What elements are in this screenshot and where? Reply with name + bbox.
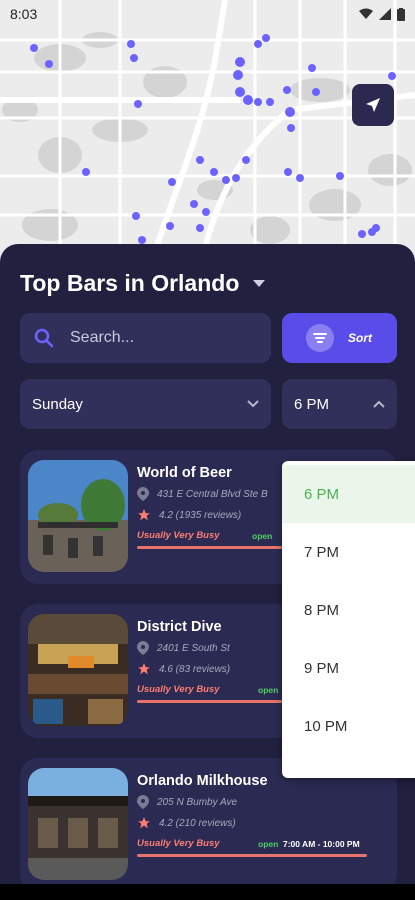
bar-name: Orlando Milkhouse xyxy=(137,773,268,789)
my-location-button[interactable] xyxy=(352,84,394,126)
battery-icon xyxy=(397,7,405,21)
bar-photo xyxy=(28,768,128,880)
bar-card[interactable]: Orlando Milkhouse 205 N Bumby Ave 4.2 (2… xyxy=(20,758,397,892)
time-select-value: 6 PM xyxy=(294,395,330,413)
busyness-label: Usually Very Busy xyxy=(137,530,220,541)
bar-name: District Dive xyxy=(137,619,222,635)
star-icon xyxy=(138,509,150,521)
busyness-bar xyxy=(137,546,282,549)
busyness-bar xyxy=(137,854,367,857)
title-row[interactable]: Top Bars in Orlando xyxy=(20,270,266,297)
day-select[interactable]: Sunday xyxy=(20,379,271,429)
bar-rating: 4.2 (210 reviews) xyxy=(159,817,236,829)
map-view[interactable] xyxy=(0,0,415,268)
time-select[interactable]: 6 PM xyxy=(282,379,397,429)
time-option-8pm[interactable]: 8 PM xyxy=(282,581,415,639)
status-time: 8:03 xyxy=(10,6,38,22)
rating-row: 4.2 (210 reviews) xyxy=(137,816,236,830)
day-select-value: Sunday xyxy=(32,395,83,413)
time-option-7pm[interactable]: 7 PM xyxy=(282,523,415,581)
page-title: Top Bars in Orlando xyxy=(20,270,240,296)
bar-address: 431 E Central Blvd Ste B xyxy=(157,488,268,500)
search-field[interactable]: Search... xyxy=(20,313,271,363)
map-pin-icon xyxy=(137,795,149,809)
search-icon xyxy=(34,328,54,348)
open-status: open xyxy=(258,839,279,849)
bar-address: 2401 E South St xyxy=(157,642,230,654)
map-pin-icon xyxy=(137,641,149,655)
sort-button-label: Sort xyxy=(348,331,372,345)
rating-row: 4.2 (1935 reviews) xyxy=(137,508,241,522)
map-canvas xyxy=(0,0,415,268)
opening-hours: 7:00 AM - 10:00 PM xyxy=(283,839,360,849)
busyness-label: Usually Very Busy xyxy=(137,838,220,849)
star-icon xyxy=(138,817,150,829)
filter-icon xyxy=(306,324,334,352)
search-input[interactable]: Search... xyxy=(70,329,134,347)
address-row: 431 E Central Blvd Ste B xyxy=(137,487,268,501)
wifi-icon xyxy=(359,8,373,19)
open-status: open xyxy=(258,685,279,695)
bar-photo xyxy=(28,614,128,726)
signal-icon xyxy=(379,8,391,20)
bar-photo xyxy=(28,460,128,572)
open-status: open xyxy=(252,531,273,541)
busyness-bar xyxy=(137,700,282,703)
status-bar: 8:03 xyxy=(0,0,415,28)
map-pin-icon xyxy=(137,487,149,501)
chevron-up-icon xyxy=(373,400,385,408)
address-row: 205 N Bumby Ave xyxy=(137,795,237,809)
busyness-label: Usually Very Busy xyxy=(137,684,220,695)
time-option-6pm[interactable]: 6 PM xyxy=(282,465,415,523)
bar-address: 205 N Bumby Ave xyxy=(157,796,238,808)
system-nav-bar xyxy=(0,884,415,900)
bar-rating: 4.6 (83 reviews) xyxy=(159,663,231,675)
time-option-10pm[interactable]: 10 PM xyxy=(282,697,415,755)
chevron-down-icon[interactable] xyxy=(253,279,266,288)
time-option-9pm[interactable]: 9 PM xyxy=(282,639,415,697)
sort-button[interactable]: Sort xyxy=(282,313,397,363)
status-icons xyxy=(359,7,405,21)
navigation-arrow-icon xyxy=(366,98,380,112)
address-row: 2401 E South St xyxy=(137,641,230,655)
bar-rating: 4.2 (1935 reviews) xyxy=(159,509,242,521)
star-icon xyxy=(138,663,150,675)
time-dropdown-menu: 6 PM 7 PM 8 PM 9 PM 10 PM xyxy=(282,461,415,778)
bar-name: World of Beer xyxy=(137,465,232,481)
rating-row: 4.6 (83 reviews) xyxy=(137,662,230,676)
chevron-down-icon xyxy=(247,400,259,408)
